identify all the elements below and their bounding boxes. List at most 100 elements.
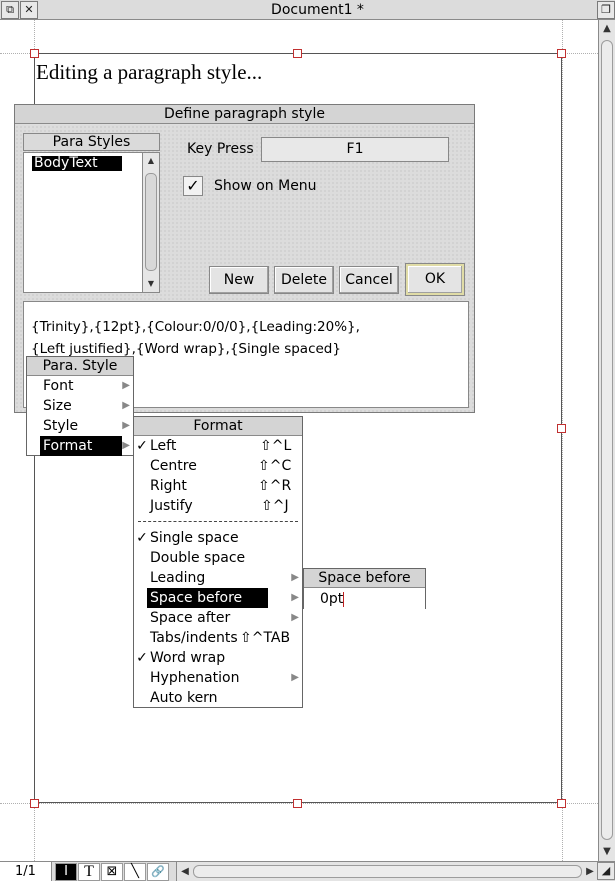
submenu-arrow-icon: ▶ <box>291 592 299 603</box>
resize-icon[interactable]: ◢ <box>597 862 615 880</box>
horizontal-scrollbar[interactable]: ◀ ▶ <box>176 862 598 881</box>
menu-item-auto-kern[interactable]: Auto kern <box>134 688 302 708</box>
space-before-menu: Space before 0pt <box>303 568 426 609</box>
menu-item-right[interactable]: Right ⇧^R <box>134 476 302 496</box>
menu-item-hyphenation[interactable]: Hyphenation ▶ <box>134 668 302 688</box>
menu-item-justify[interactable]: Justify ⇧^J <box>134 496 302 516</box>
menu-item-space-before[interactable]: Space before ▶ <box>134 588 302 608</box>
scroll-left-icon[interactable]: ◀ <box>177 862 193 881</box>
frame-handle[interactable] <box>557 49 566 58</box>
menu-shortcut: ⇧^TAB <box>240 630 291 646</box>
link-tool-icon[interactable]: 🔗 <box>147 863 169 881</box>
menu-item-label: Space before <box>147 588 268 608</box>
menu-item-label: Auto kern <box>150 690 218 706</box>
menu-item-label: Justify <box>150 498 193 514</box>
show-on-menu-checkbox[interactable]: ✓ <box>183 176 203 196</box>
submenu-arrow-icon: ▶ <box>291 612 299 623</box>
frame-handle[interactable] <box>30 49 39 58</box>
picture-frame-tool-icon[interactable]: ⊠ <box>101 863 123 881</box>
menu-item-label: Double space <box>150 550 246 566</box>
menu-shortcut: ⇧^L <box>260 438 292 454</box>
dialog-title[interactable]: Define paragraph style <box>15 105 474 124</box>
frame-handle[interactable] <box>293 799 302 808</box>
para-style-menu: Para. Style Font ▶ Size ▶ Style ▶ Format… <box>26 356 134 456</box>
menu-item-label: Right <box>150 478 187 494</box>
menu-item-style[interactable]: Style ▶ <box>27 416 133 436</box>
space-before-input[interactable]: 0pt <box>304 589 425 609</box>
frame-handle[interactable] <box>293 49 302 58</box>
ok-button[interactable]: OK <box>405 263 465 296</box>
para-styles-list[interactable]: BodyText ▲ ▼ <box>23 152 160 293</box>
menu-item-tabs-indents[interactable]: Tabs/indents ⇧^TAB <box>134 628 302 648</box>
horizontal-scroll-thumb[interactable] <box>193 865 582 878</box>
submenu-arrow-icon: ▶ <box>122 420 130 431</box>
menu-item-word-wrap[interactable]: ✓ Word wrap <box>134 648 302 668</box>
menu-item-single-space[interactable]: ✓ Single space <box>134 528 302 548</box>
format-menu-title: Format <box>134 417 302 436</box>
line-tool-icon[interactable]: ╲ <box>124 863 146 881</box>
show-on-menu-label[interactable]: Show on Menu <box>214 177 317 195</box>
frame-handle[interactable] <box>557 424 566 433</box>
submenu-arrow-icon: ▶ <box>291 572 299 583</box>
cancel-button[interactable]: Cancel <box>339 266 399 294</box>
scroll-down-icon[interactable]: ▼ <box>599 843 615 861</box>
tick-icon: ✓ <box>136 650 148 666</box>
key-press-label: Key Press <box>187 141 254 157</box>
menu-separator <box>138 521 298 522</box>
bottom-toolbar: 1/1 I T ⊠ ╲ 🔗 ◀ ▶ ◢ <box>0 861 615 881</box>
title-bar[interactable]: ⧉ ✕ Document1 * ❐ <box>0 0 615 20</box>
menu-item-label: Single space <box>150 530 239 546</box>
menu-item-label: Format <box>40 436 122 456</box>
list-item[interactable]: BodyText <box>32 156 122 171</box>
menu-item-label: Leading <box>150 570 206 586</box>
submenu-arrow-icon: ▶ <box>122 400 130 411</box>
document-heading[interactable]: Editing a paragraph style... <box>36 60 262 85</box>
space-before-menu-title: Space before <box>304 569 425 588</box>
vertical-scrollbar[interactable]: ▲ ▼ <box>598 20 615 861</box>
menu-item-size[interactable]: Size ▶ <box>27 396 133 416</box>
menu-item-left[interactable]: ✓ Left ⇧^L <box>134 436 302 456</box>
page-number[interactable]: 1/1 <box>0 862 52 881</box>
style-description-line: {Trinity},{12pt},{Colour:0/0/0},{Leading… <box>31 319 360 335</box>
list-scroll-up-icon[interactable]: ▲ <box>143 153 159 169</box>
text-cursor-tool-icon[interactable]: I <box>55 863 77 881</box>
submenu-arrow-icon: ▶ <box>122 440 130 451</box>
delete-button[interactable]: Delete <box>274 266 334 294</box>
menu-item-font[interactable]: Font ▶ <box>27 376 133 396</box>
menu-item-label: Left <box>150 438 177 454</box>
menu-shortcut: ⇧^C <box>258 458 292 474</box>
menu-item-centre[interactable]: Centre ⇧^C <box>134 456 302 476</box>
menu-item-format[interactable]: Format ▶ <box>27 436 133 456</box>
frame-handle[interactable] <box>557 799 566 808</box>
scroll-up-icon[interactable]: ▲ <box>599 20 615 38</box>
menu-item-leading[interactable]: Leading ▶ <box>134 568 302 588</box>
submenu-arrow-icon: ▶ <box>291 672 299 683</box>
para-style-menu-title: Para. Style <box>27 357 133 376</box>
format-menu: Format ✓ Left ⇧^L Centre ⇧^C Right ⇧^R J… <box>133 416 303 708</box>
menu-item-label: Space after <box>150 610 231 626</box>
text-frame-tool-icon[interactable]: T <box>78 863 100 881</box>
close-icon[interactable]: ✕ <box>20 1 38 19</box>
menu-item-label: Size <box>43 398 72 414</box>
list-scrollbar[interactable]: ▲ ▼ <box>142 153 159 292</box>
key-press-field[interactable]: F1 <box>261 137 449 162</box>
window-back-icon[interactable]: ⧉ <box>1 1 19 19</box>
tick-icon: ✓ <box>136 438 148 454</box>
menu-item-double-space[interactable]: Double space <box>134 548 302 568</box>
menu-item-space-after[interactable]: Space after ▶ <box>134 608 302 628</box>
menu-item-label: Hyphenation <box>150 670 240 686</box>
para-styles-heading: Para Styles <box>23 133 160 151</box>
frame-handle[interactable] <box>30 799 39 808</box>
list-scroll-down-icon[interactable]: ▼ <box>143 276 159 292</box>
tick-icon: ✓ <box>136 530 148 546</box>
menu-item-label: Font <box>43 378 74 394</box>
toggle-size-icon[interactable]: ❐ <box>597 1 615 19</box>
menu-shortcut: ⇧^R <box>258 478 292 494</box>
window-title: Document1 * <box>271 2 364 18</box>
menu-shortcut: ⇧^J <box>261 498 289 514</box>
scroll-right-icon[interactable]: ▶ <box>582 862 598 881</box>
list-scroll-thumb[interactable] <box>145 173 157 271</box>
menu-item-label: Word wrap <box>150 650 226 666</box>
vertical-scroll-thumb[interactable] <box>601 40 613 840</box>
new-button[interactable]: New <box>209 266 269 294</box>
